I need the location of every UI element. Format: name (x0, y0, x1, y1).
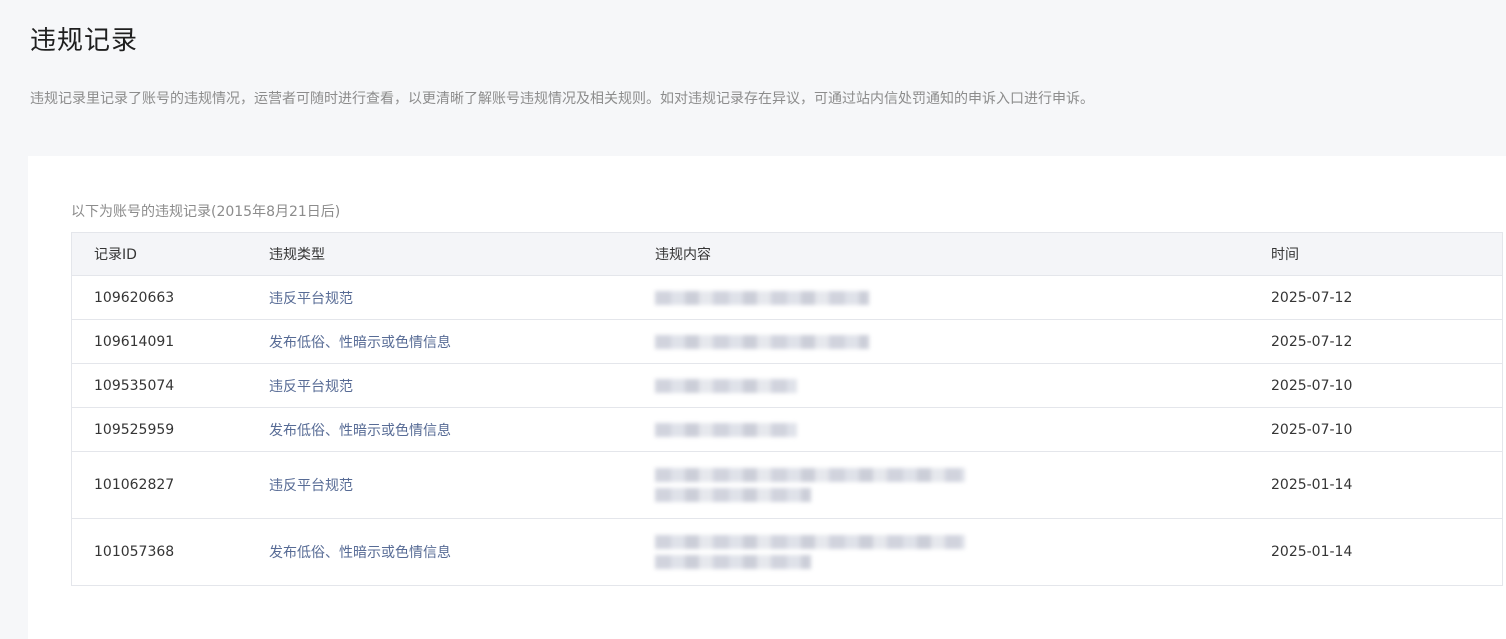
violation-type-link[interactable]: 发布低俗、性暗示或色情信息 (269, 420, 655, 440)
table-row: 101057368 发布低俗、性暗示或色情信息 2025-01-14 (72, 518, 1502, 585)
records-caption: 以下为账号的违规记录(2015年8月21日后) (71, 204, 341, 220)
records-card: 以下为账号的违规记录(2015年8月21日后) 记录ID 违规类型 违规内容 时… (28, 156, 1506, 639)
column-header-time: 时间 (1271, 247, 1299, 263)
record-id: 109525959 (94, 421, 175, 438)
violation-content-redacted (655, 334, 1271, 349)
violation-type-link[interactable]: 违反平台规范 (269, 475, 655, 495)
violation-content-redacted (655, 468, 1271, 502)
violation-content-redacted (655, 290, 1271, 305)
record-id: 109535074 (94, 377, 175, 394)
record-time: 2025-07-12 (1271, 333, 1353, 350)
table-row: 109614091 发布低俗、性暗示或色情信息 2025-07-12 (72, 319, 1502, 363)
record-id: 109620663 (94, 289, 175, 306)
column-header-id: 记录ID (94, 247, 137, 263)
violation-content-redacted (655, 535, 1271, 569)
record-id: 101057368 (94, 544, 175, 560)
violation-content-redacted (655, 422, 1271, 437)
page-description: 违规记录里记录了账号的违规情况，运营者可随时进行查看，以更清晰了解账号违规情况及… (30, 91, 1094, 107)
record-time: 2025-07-10 (1271, 421, 1353, 438)
violation-type-link[interactable]: 发布低俗、性暗示或色情信息 (269, 332, 655, 352)
table-row: 101062827 违反平台规范 2025-01-14 (72, 451, 1502, 518)
table-row: 109525959 发布低俗、性暗示或色情信息 2025-07-10 (72, 407, 1502, 451)
record-id: 101062827 (94, 477, 175, 493)
violation-type-link[interactable]: 发布低俗、性暗示或色情信息 (269, 542, 655, 562)
violation-records-table: 记录ID 违规类型 违规内容 时间 109620663 违反平台规范 2025-… (71, 232, 1503, 586)
column-header-type: 违规类型 (269, 247, 325, 263)
table-row: 109535074 违反平台规范 2025-07-10 (72, 363, 1502, 407)
violation-type-link[interactable]: 违反平台规范 (269, 376, 655, 396)
column-header-content: 违规内容 (655, 247, 711, 263)
record-time: 2025-01-14 (1271, 544, 1353, 560)
record-time: 2025-07-12 (1271, 289, 1353, 306)
table-row: 109620663 违反平台规范 2025-07-12 (72, 275, 1502, 319)
page-title: 违规记录 (30, 26, 139, 56)
record-id: 109614091 (94, 333, 175, 350)
violation-content-redacted (655, 378, 1271, 393)
table-header-row: 记录ID 违规类型 违规内容 时间 (72, 233, 1502, 275)
violation-type-link[interactable]: 违反平台规范 (269, 288, 655, 308)
record-time: 2025-07-10 (1271, 377, 1353, 394)
record-time: 2025-01-14 (1271, 477, 1353, 493)
